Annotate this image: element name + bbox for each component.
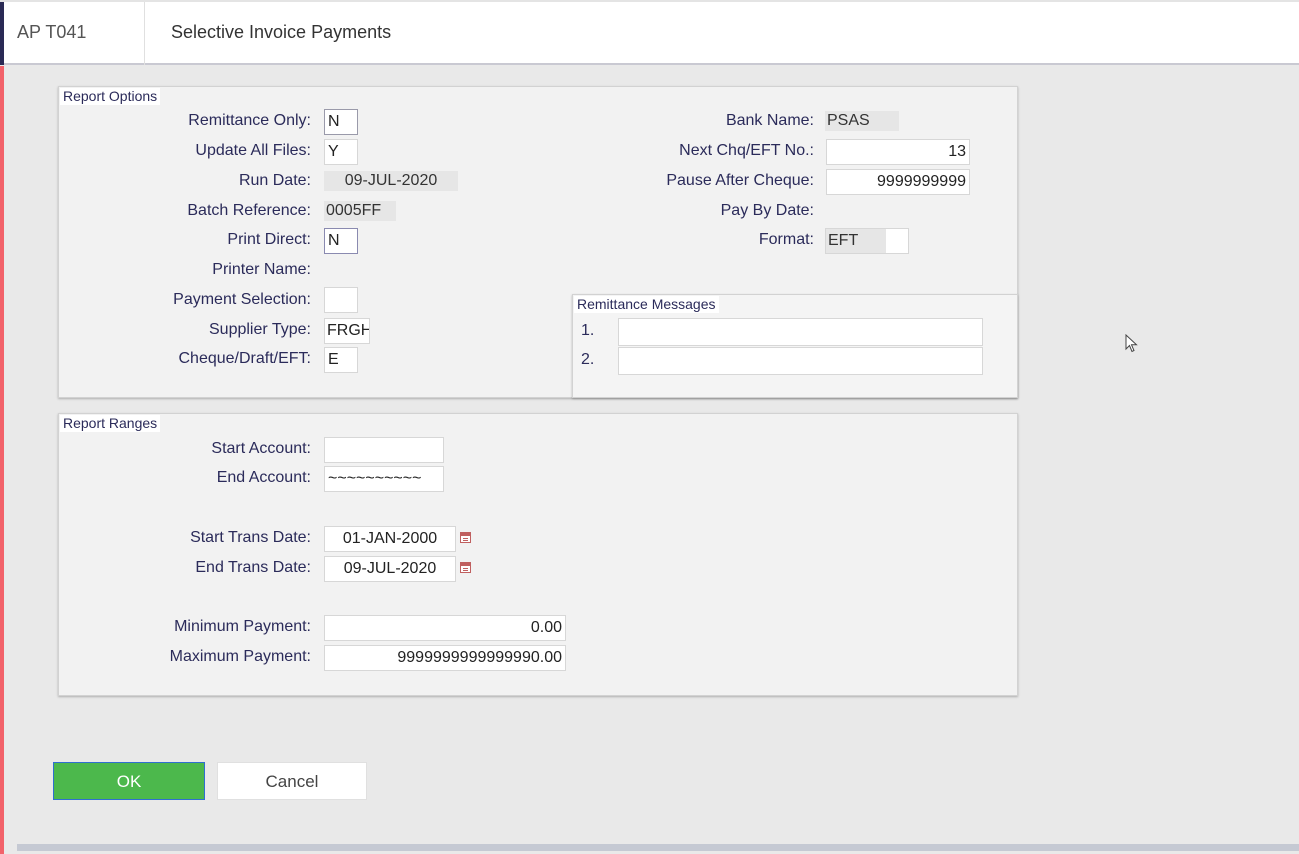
remittance-line-2-number: 2. [581, 351, 595, 368]
format-label: Format: [758, 231, 814, 248]
end-date-calendar-icon[interactable] [460, 562, 471, 573]
format-value: EFT [826, 229, 886, 253]
start-account-label: Start Account: [211, 440, 311, 457]
run-date-value: 09-JUL-2020 [324, 171, 458, 191]
pay-by-date-value [826, 201, 830, 221]
remittance-messages-legend: Remittance Messages [574, 296, 719, 313]
update-all-files-label: Update All Files: [195, 142, 311, 159]
end-account-input[interactable]: ~~~~~~~~~~ [324, 466, 444, 492]
remittance-messages-panel: Remittance Messages [572, 294, 1018, 398]
run-date-text: 09-JUL-2020 [344, 172, 438, 189]
remittance-only-input[interactable]: N [324, 109, 358, 135]
start-account-input[interactable] [324, 437, 444, 463]
report-ranges-legend: Report Ranges [60, 415, 161, 432]
remittance-only-label: Remittance Only: [188, 112, 311, 129]
end-account-label: End Account: [216, 469, 311, 486]
bank-name-value: PSAS [825, 111, 899, 131]
end-trans-date-label: End Trans Date: [195, 559, 311, 576]
batch-reference-label: Batch Reference: [187, 202, 311, 219]
page-title: Selective Invoice Payments [171, 22, 392, 42]
cheque-draft-eft-input[interactable]: E [324, 347, 358, 373]
module-code: AP T041 [17, 22, 87, 42]
left-accent-bar [0, 66, 4, 854]
pay-by-date-label: Pay By Date: [720, 202, 814, 219]
report-options-legend: Report Options [60, 88, 161, 105]
mouse-cursor-icon [1125, 334, 1138, 353]
print-direct-input[interactable]: N [324, 228, 358, 254]
maximum-payment-label: Maximum Payment: [169, 648, 311, 665]
horizontal-scrollbar[interactable] [17, 844, 1299, 851]
cheque-draft-eft-label: Cheque/Draft/EFT: [178, 350, 312, 367]
remittance-line-1-number: 1. [581, 322, 595, 339]
next-chq-eft-no-label: Next Chq/EFT No.: [679, 142, 814, 159]
payment-selection-input[interactable] [324, 287, 358, 313]
end-trans-date-input[interactable]: 09-JUL-2020 [324, 556, 456, 582]
next-chq-eft-no-input[interactable]: 13 [826, 139, 970, 165]
minimum-payment-input[interactable]: 0.00 [324, 615, 566, 641]
header-divider [144, 2, 145, 65]
header-accent-bar [0, 2, 4, 65]
printer-name-label: Printer Name: [212, 261, 311, 278]
payment-selection-label: Payment Selection: [173, 291, 311, 308]
bank-name-label: Bank Name: [725, 112, 814, 129]
remittance-message-2-input[interactable] [618, 347, 983, 375]
remittance-message-1-input[interactable] [618, 318, 983, 346]
supplier-type-label: Supplier Type: [209, 321, 311, 338]
start-trans-date-input[interactable]: 01-JAN-2000 [324, 526, 456, 552]
print-direct-label: Print Direct: [227, 231, 311, 248]
maximum-payment-input[interactable]: 9999999999999990.00 [324, 645, 566, 671]
app-header: AP T041 Selective Invoice Payments [0, 0, 1299, 65]
format-select[interactable]: EFT [825, 228, 909, 254]
printer-name-value [324, 260, 328, 280]
pause-after-cheque-label: Pause After Cheque: [666, 172, 814, 189]
ok-button[interactable]: OK [53, 762, 205, 800]
update-all-files-input[interactable]: Y [324, 139, 358, 165]
pause-after-cheque-input[interactable]: 9999999999 [826, 169, 970, 195]
start-trans-date-label: Start Trans Date: [190, 529, 311, 546]
supplier-type-input[interactable]: FRGH [324, 318, 370, 344]
start-date-calendar-icon[interactable] [460, 532, 471, 543]
minimum-payment-label: Minimum Payment: [174, 618, 311, 635]
run-date-label: Run Date: [238, 172, 311, 189]
cancel-button[interactable]: Cancel [217, 762, 367, 800]
batch-reference-value: 0005FF [324, 201, 396, 221]
